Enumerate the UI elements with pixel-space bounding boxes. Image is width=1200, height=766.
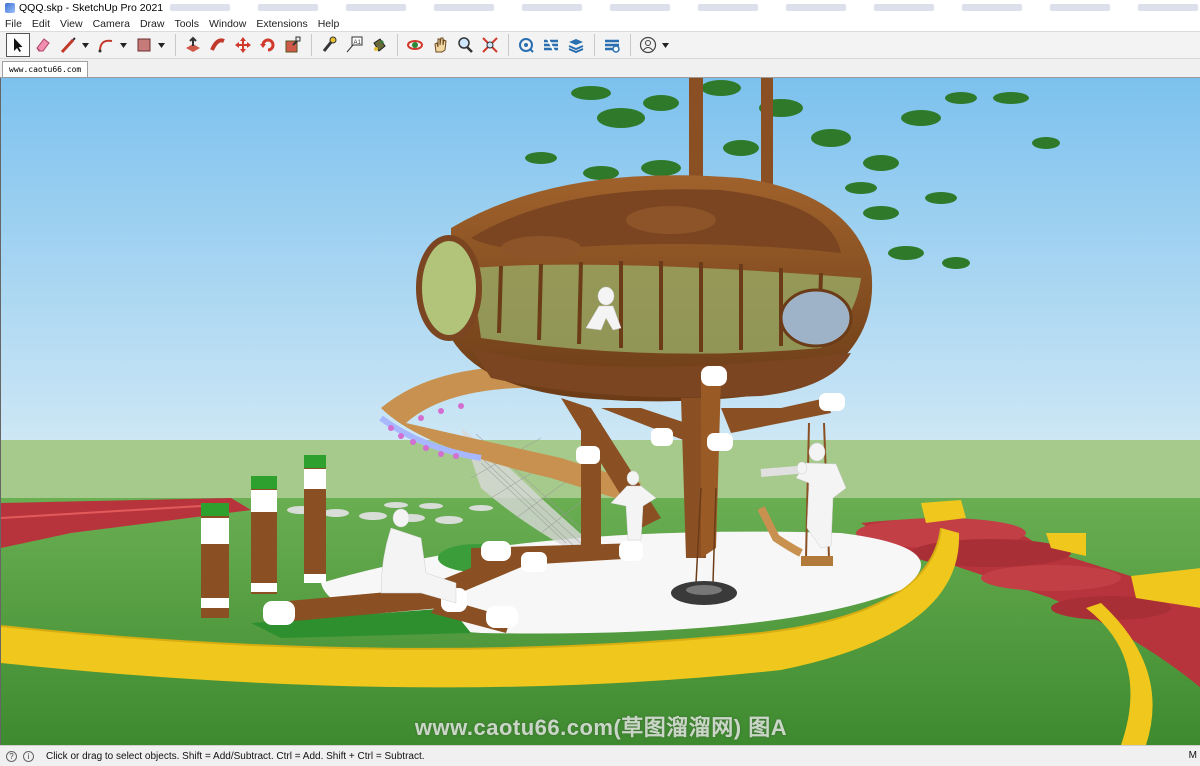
warehouse-icon[interactable]: [514, 33, 538, 57]
scene-render: [1, 78, 1200, 745]
menu-help[interactable]: Help: [313, 18, 345, 30]
model-viewport[interactable]: www.caotu66.com(草图溜溜网) 图A: [0, 78, 1200, 745]
menu-file[interactable]: File: [0, 18, 27, 30]
rotate-icon[interactable]: [256, 33, 280, 57]
line-icon[interactable]: [56, 33, 80, 57]
extension-manager-icon[interactable]: [600, 33, 624, 57]
follow-me-icon[interactable]: [206, 33, 230, 57]
line-dropdown-icon[interactable]: [81, 33, 90, 57]
orbit-icon[interactable]: [403, 33, 427, 57]
layout-icon[interactable]: [564, 33, 588, 57]
title-bar: QQQ.skp - SketchUp Pro 2021: [0, 0, 1200, 16]
svg-text:A1: A1: [354, 40, 362, 46]
scene-tab-bar: www.caotu66.com: [0, 60, 1200, 78]
scene-tab[interactable]: www.caotu66.com: [2, 61, 89, 77]
status-bar: ? i Click or drag to select objects. Shi…: [0, 745, 1200, 766]
measurements-label: M: [1188, 750, 1197, 761]
scale-icon[interactable]: [281, 33, 305, 57]
text-icon[interactable]: A1: [342, 33, 366, 57]
menu-view[interactable]: View: [55, 18, 88, 30]
eraser-icon[interactable]: [31, 33, 55, 57]
pan-icon[interactable]: [428, 33, 452, 57]
tape-measure-icon[interactable]: [317, 33, 341, 57]
status-text: Click or drag to select objects. Shift =…: [46, 750, 425, 762]
rectangle-dropdown-icon[interactable]: [157, 33, 166, 57]
main-toolbar: A1: [0, 32, 1200, 59]
menu-bar: File Edit View Camera Draw Tools Window …: [0, 16, 1200, 32]
info-circle-icon[interactable]: i: [23, 750, 34, 762]
window-title: QQQ.skp - SketchUp Pro 2021: [19, 2, 164, 14]
paint-bucket-icon[interactable]: [367, 33, 391, 57]
menu-window[interactable]: Window: [204, 18, 251, 30]
zoom-extents-icon[interactable]: [478, 33, 502, 57]
menu-camera[interactable]: Camera: [88, 18, 135, 30]
menu-edit[interactable]: Edit: [27, 18, 55, 30]
move-icon[interactable]: [231, 33, 255, 57]
account-icon[interactable]: [636, 33, 660, 57]
arc-dropdown-icon[interactable]: [119, 33, 128, 57]
menu-extensions[interactable]: Extensions: [251, 18, 312, 30]
menu-draw[interactable]: Draw: [135, 18, 170, 30]
extension-warehouse-icon[interactable]: [539, 33, 563, 57]
select-icon[interactable]: [6, 33, 30, 57]
arc-icon[interactable]: [94, 33, 118, 57]
menu-tools[interactable]: Tools: [169, 18, 204, 30]
background-tabs-blur: [170, 4, 1200, 11]
zoom-icon[interactable]: [453, 33, 477, 57]
rectangle-icon[interactable]: [132, 33, 156, 57]
push-pull-icon[interactable]: [181, 33, 205, 57]
help-circle-icon[interactable]: ?: [6, 750, 17, 762]
account-dropdown-icon[interactable]: [661, 33, 670, 57]
watermark-text: www.caotu66.com(草图溜溜网) 图A: [414, 715, 788, 740]
sketchup-app-icon: [5, 3, 15, 13]
